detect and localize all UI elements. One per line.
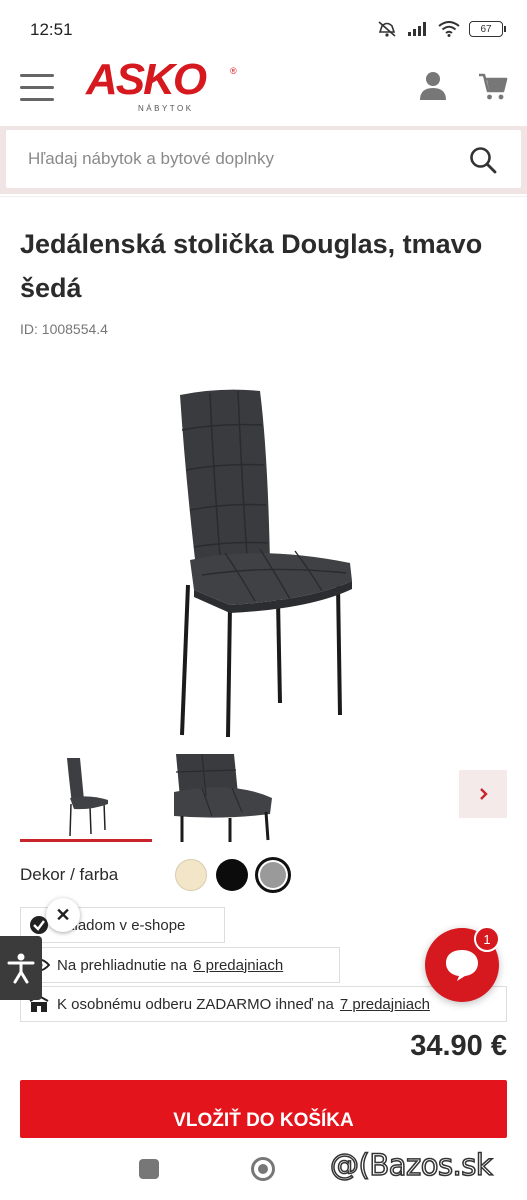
product-image[interactable] <box>150 385 370 745</box>
status-icons: 67 <box>376 20 506 38</box>
decor-selector: Dekor / farba <box>20 856 320 896</box>
showroom-text: Na prehliadnutie na <box>57 956 188 974</box>
swatch-grey[interactable] <box>255 857 291 893</box>
watermark: @(Bazos.sk <box>329 1147 493 1183</box>
product-title: Jedálenská stolička Douglas, tmavo šedá <box>20 229 483 303</box>
showroom-link[interactable]: 6 predajniach <box>193 957 283 974</box>
wifi-icon <box>438 21 460 37</box>
recents-button[interactable] <box>139 1159 159 1179</box>
close-icon[interactable]: ✕ <box>46 898 80 932</box>
accessibility-icon[interactable] <box>0 936 42 1000</box>
decor-label: Dekor / farba <box>20 865 119 884</box>
home-button[interactable] <box>251 1157 275 1181</box>
pickup-link[interactable]: 7 predajniach <box>340 996 430 1013</box>
logo-registered: ® <box>230 66 237 76</box>
asko-logo[interactable]: ASKO NÁBYTOK ® <box>86 55 237 118</box>
add-to-cart-button[interactable]: VLOŽIŤ DO KOŠÍKA <box>20 1080 507 1138</box>
swatch-black[interactable] <box>216 859 248 891</box>
swatch-beige[interactable] <box>175 859 207 891</box>
clock: 12:51 <box>30 20 73 39</box>
pickup-status: K osobnému odberu ZADARMO ihneď na 7 pre… <box>20 986 507 1022</box>
divider <box>0 196 527 197</box>
user-icon[interactable] <box>418 70 448 102</box>
search-box <box>6 130 521 188</box>
showroom-status: Na prehliadnutie na 6 predajniach <box>20 947 340 983</box>
status-bar: 12:51 67 <box>0 0 527 50</box>
pickup-text: K osobnému odberu ZADARMO ihneď na <box>57 995 334 1013</box>
menu-icon[interactable] <box>20 74 54 104</box>
search-icon[interactable] <box>469 146 497 174</box>
logo-text: ASKO <box>86 55 207 104</box>
cart-icon[interactable] <box>478 70 508 102</box>
system-nav-bar: @(Bazos.sk <box>0 1140 527 1200</box>
logo-subtitle: NÁBYTOK <box>138 104 194 113</box>
next-image-button[interactable] <box>459 770 507 818</box>
site-header: ASKO NÁBYTOK ® <box>0 50 527 126</box>
thumbnail-carousel <box>0 752 527 844</box>
chat-icon <box>446 950 478 981</box>
chevron-right-icon <box>480 788 488 800</box>
mute-icon <box>378 21 396 37</box>
product-price: 34.90 € <box>410 1030 507 1062</box>
search-input[interactable] <box>6 130 446 188</box>
battery-icon: 67 <box>469 21 506 37</box>
search-bar <box>0 126 527 194</box>
thumbnail-1[interactable] <box>20 754 152 842</box>
product-id: ID: 1008554.4 <box>20 321 108 337</box>
chat-badge: 1 <box>474 926 500 952</box>
thumbnail-2[interactable] <box>172 754 304 842</box>
signal-icon <box>408 22 426 36</box>
